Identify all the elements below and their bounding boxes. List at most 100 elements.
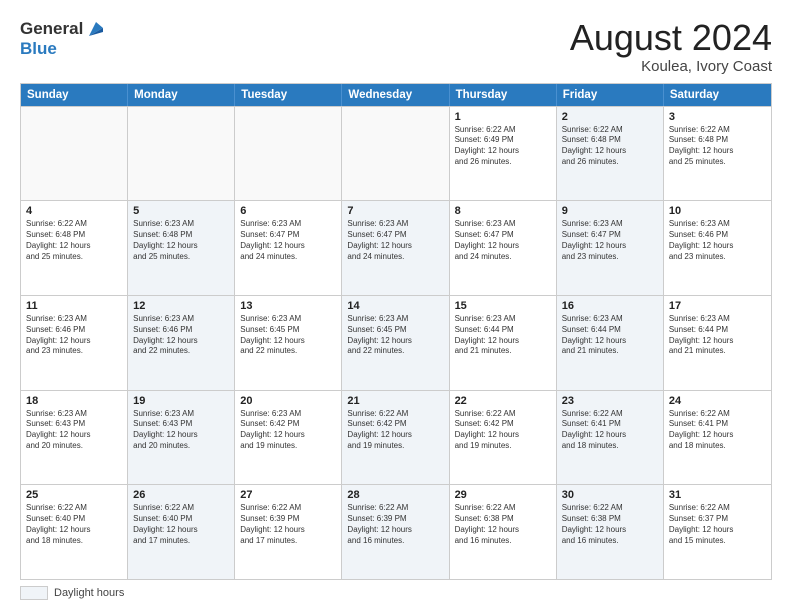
day-info: Sunrise: 6:22 AMSunset: 6:42 PMDaylight:…: [347, 409, 443, 452]
day-number: 6: [240, 205, 336, 217]
day-info: Sunrise: 6:23 AMSunset: 6:43 PMDaylight:…: [133, 409, 229, 452]
logo-general-text: General: [20, 20, 83, 39]
cal-header-cell-tuesday: Tuesday: [235, 84, 342, 106]
calendar: SundayMondayTuesdayWednesdayThursdayFrid…: [20, 83, 772, 580]
day-number: 11: [26, 300, 122, 312]
cal-cell-day-16: 16 Sunrise: 6:23 AMSunset: 6:44 PMDayligh…: [557, 296, 664, 390]
cal-cell-day-26: 26 Sunrise: 6:22 AMSunset: 6:40 PMDayligh…: [128, 485, 235, 579]
calendar-header: SundayMondayTuesdayWednesdayThursdayFrid…: [21, 84, 771, 106]
cal-cell-day-25: 25Sunrise: 6:22 AMSunset: 6:40 PMDayligh…: [21, 485, 128, 579]
day-info: Sunrise: 6:23 AMSunset: 6:45 PMDaylight:…: [347, 314, 443, 357]
cal-header-cell-friday: Friday: [557, 84, 664, 106]
cal-cell-day-23: 23 Sunrise: 6:22 AMSunset: 6:41 PMDayligh…: [557, 391, 664, 485]
cal-cell-day-22: 22 Sunrise: 6:22 AMSunset: 6:42 PMDayligh…: [450, 391, 557, 485]
cal-header-cell-thursday: Thursday: [450, 84, 557, 106]
cal-cell-day-29: 29Sunrise: 6:22 AMSunset: 6:38 PMDayligh…: [450, 485, 557, 579]
cal-cell-day-9: 9 Sunrise: 6:23 AMSunset: 6:47 PMDaylight…: [557, 201, 664, 295]
day-info: Sunrise: 6:22 AMSunset: 6:39 PMDaylight:…: [240, 503, 336, 546]
cal-week-1: 1 Sunrise: 6:22 AMSunset: 6:49 PMDaylight…: [21, 106, 771, 201]
day-number: 27: [240, 489, 336, 501]
cal-header-cell-monday: Monday: [128, 84, 235, 106]
day-number: 12: [133, 300, 229, 312]
day-number: 15: [455, 300, 551, 312]
cal-header-cell-saturday: Saturday: [664, 84, 771, 106]
cal-cell-day-7: 7Sunrise: 6:23 AMSunset: 6:47 PMDaylight…: [342, 201, 449, 295]
cal-cell-day-13: 13Sunrise: 6:23 AMSunset: 6:45 PMDayligh…: [235, 296, 342, 390]
day-number: 30: [562, 489, 658, 501]
cal-week-5: 25Sunrise: 6:22 AMSunset: 6:40 PMDayligh…: [21, 484, 771, 579]
day-info: Sunrise: 6:23 AMSunset: 6:43 PMDaylight:…: [26, 409, 122, 452]
cal-cell-day-2: 2 Sunrise: 6:22 AMSunset: 6:48 PMDaylight…: [557, 107, 664, 201]
cal-cell-day-30: 30Sunrise: 6:22 AMSunset: 6:38 PMDayligh…: [557, 485, 664, 579]
cal-cell-day-21: 21Sunrise: 6:22 AMSunset: 6:42 PMDayligh…: [342, 391, 449, 485]
day-info: Sunrise: 6:22 AMSunset: 6:41 PMDaylight:…: [669, 409, 766, 452]
day-number: 14: [347, 300, 443, 312]
page: General Blue August 2024 Koulea, Ivory C…: [0, 0, 792, 612]
day-number: 2: [562, 111, 658, 123]
day-info: Sunrise: 6:23 AMSunset: 6:44 PMDaylight:…: [455, 314, 551, 357]
day-number: 22: [455, 395, 551, 407]
title-block: August 2024 Koulea, Ivory Coast: [570, 18, 772, 75]
cal-cell-day-20: 20Sunrise: 6:23 AMSunset: 6:42 PMDayligh…: [235, 391, 342, 485]
cal-week-4: 18Sunrise: 6:23 AMSunset: 6:43 PMDayligh…: [21, 390, 771, 485]
cal-cell-day-18: 18Sunrise: 6:23 AMSunset: 6:43 PMDayligh…: [21, 391, 128, 485]
day-number: 13: [240, 300, 336, 312]
cal-header-cell-sunday: Sunday: [21, 84, 128, 106]
cal-header-cell-wednesday: Wednesday: [342, 84, 449, 106]
cal-cell-day-28: 28Sunrise: 6:22 AMSunset: 6:39 PMDayligh…: [342, 485, 449, 579]
day-number: 10: [669, 205, 766, 217]
day-info: Sunrise: 6:22 AMSunset: 6:40 PMDaylight:…: [133, 503, 229, 546]
title-month: August 2024: [570, 18, 772, 58]
day-info: Sunrise: 6:22 AMSunset: 6:42 PMDaylight:…: [455, 409, 551, 452]
cal-cell-day-1: 1 Sunrise: 6:22 AMSunset: 6:49 PMDaylight…: [450, 107, 557, 201]
day-number: 24: [669, 395, 766, 407]
cal-cell-day-4: 4Sunrise: 6:22 AMSunset: 6:48 PMDaylight…: [21, 201, 128, 295]
day-number: 26: [133, 489, 229, 501]
cal-cell-day-3: 3 Sunrise: 6:22 AMSunset: 6:48 PMDaylight…: [664, 107, 771, 201]
day-info: Sunrise: 6:23 AMSunset: 6:46 PMDaylight:…: [669, 219, 766, 262]
cal-week-2: 4Sunrise: 6:22 AMSunset: 6:48 PMDaylight…: [21, 200, 771, 295]
daylight-label: Daylight hours: [54, 587, 124, 599]
day-info: Sunrise: 6:23 AMSunset: 6:47 PMDaylight:…: [455, 219, 551, 262]
day-number: 1: [455, 111, 551, 123]
day-info: Sunrise: 6:22 AMSunset: 6:48 PMDaylight:…: [562, 125, 658, 168]
cal-cell-empty: [342, 107, 449, 201]
title-location: Koulea, Ivory Coast: [570, 58, 772, 75]
day-number: 17: [669, 300, 766, 312]
day-info: Sunrise: 6:23 AMSunset: 6:47 PMDaylight:…: [240, 219, 336, 262]
day-number: 9: [562, 205, 658, 217]
day-info: Sunrise: 6:23 AMSunset: 6:42 PMDaylight:…: [240, 409, 336, 452]
cal-cell-empty: [128, 107, 235, 201]
cal-cell-day-24: 24 Sunrise: 6:22 AMSunset: 6:41 PMDayligh…: [664, 391, 771, 485]
day-info: Sunrise: 6:23 AMSunset: 6:47 PMDaylight:…: [347, 219, 443, 262]
day-info: Sunrise: 6:22 AMSunset: 6:49 PMDaylight:…: [455, 125, 551, 168]
day-info: Sunrise: 6:23 AMSunset: 6:44 PMDaylight:…: [562, 314, 658, 357]
cal-cell-day-8: 8 Sunrise: 6:23 AMSunset: 6:47 PMDaylight…: [450, 201, 557, 295]
day-number: 31: [669, 489, 766, 501]
day-number: 8: [455, 205, 551, 217]
day-info: Sunrise: 6:23 AMSunset: 6:46 PMDaylight:…: [133, 314, 229, 357]
cal-cell-day-11: 11Sunrise: 6:23 AMSunset: 6:46 PMDayligh…: [21, 296, 128, 390]
day-number: 4: [26, 205, 122, 217]
day-number: 23: [562, 395, 658, 407]
daylight-box: [20, 586, 48, 600]
day-number: 28: [347, 489, 443, 501]
day-number: 3: [669, 111, 766, 123]
logo: General Blue: [20, 18, 107, 59]
cal-cell-day-5: 5Sunrise: 6:23 AMSunset: 6:48 PMDaylight…: [128, 201, 235, 295]
day-info: Sunrise: 6:23 AMSunset: 6:44 PMDaylight:…: [669, 314, 766, 357]
cal-cell-day-12: 12 Sunrise: 6:23 AMSunset: 6:46 PMDayligh…: [128, 296, 235, 390]
day-info: Sunrise: 6:22 AMSunset: 6:48 PMDaylight:…: [669, 125, 766, 168]
day-info: Sunrise: 6:22 AMSunset: 6:41 PMDaylight:…: [562, 409, 658, 452]
day-number: 19: [133, 395, 229, 407]
cal-cell-day-27: 27 Sunrise: 6:22 AMSunset: 6:39 PMDayligh…: [235, 485, 342, 579]
footer: Daylight hours: [20, 586, 772, 600]
day-info: Sunrise: 6:22 AMSunset: 6:37 PMDaylight:…: [669, 503, 766, 546]
day-number: 16: [562, 300, 658, 312]
cal-week-3: 11 Sunrise: 6:23 AMSunset: 6:46 PMDayligh…: [21, 295, 771, 390]
cal-cell-day-14: 14 Sunrise: 6:23 AMSunset: 6:45 PMDayligh…: [342, 296, 449, 390]
day-info: Sunrise: 6:23 AMSunset: 6:47 PMDaylight:…: [562, 219, 658, 262]
day-number: 29: [455, 489, 551, 501]
calendar-body: 1 Sunrise: 6:22 AMSunset: 6:49 PMDaylight…: [21, 106, 771, 579]
cal-cell-day-19: 19 Sunrise: 6:23 AMSunset: 6:43 PMDayligh…: [128, 391, 235, 485]
